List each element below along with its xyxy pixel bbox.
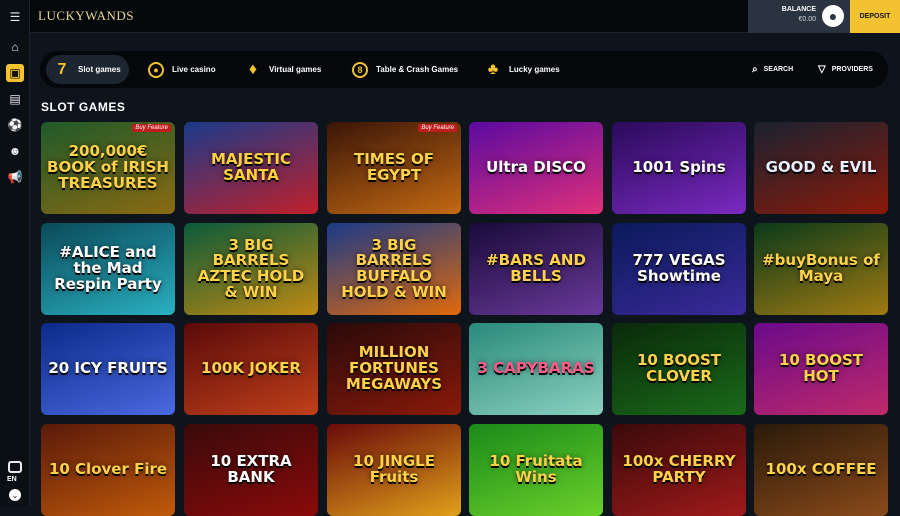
- game-tile[interactable]: Ultra DISCO: [469, 122, 603, 214]
- game-title: 100x COFFEE: [765, 460, 877, 479]
- game-tile[interactable]: #buyBonus of Maya: [754, 223, 888, 315]
- tab-live-casino[interactable]: ● Live casino: [140, 55, 224, 84]
- balance-panel[interactable]: BALANCE €0.00 ●: [748, 0, 850, 33]
- providers-button[interactable]: ▽ PROVIDERS: [818, 55, 873, 84]
- balance-value: €0.00: [798, 16, 816, 23]
- diamond-icon: ♦: [248, 60, 258, 78]
- live-dealer-icon[interactable]: ☻: [6, 142, 24, 160]
- game-title: 10 BOOST CLOVER: [636, 351, 722, 385]
- game-title: MAJESTIC SANTA: [211, 150, 291, 184]
- tab-label: Slot games: [78, 65, 121, 74]
- game-tile[interactable]: 100x COFFEE: [754, 424, 888, 516]
- game-tile[interactable]: 1001 Spins: [612, 122, 746, 214]
- seven-icon: 7: [57, 60, 67, 78]
- clover-icon: ♣: [487, 60, 499, 78]
- slots-icon[interactable]: ▣: [6, 64, 24, 82]
- game-tile[interactable]: GOOD & EVIL: [754, 122, 888, 214]
- balance-label: BALANCE: [781, 6, 816, 13]
- game-tile[interactable]: 10 JINGLE Fruits: [327, 424, 461, 516]
- game-title: TIMES OF EGYPT: [353, 150, 434, 184]
- game-title: #ALICE and the Mad Respin Party: [54, 243, 162, 293]
- game-tile[interactable]: 20 ICY FRUITS: [41, 323, 175, 415]
- chevron-down-icon[interactable]: ⌄: [9, 489, 21, 501]
- game-title: 20 ICY FRUITS: [48, 359, 168, 378]
- search-icon: ⌕: [752, 64, 758, 75]
- game-tile[interactable]: #ALICE and the Mad Respin Party: [41, 223, 175, 315]
- providers-label: PROVIDERS: [831, 66, 873, 73]
- home-icon[interactable]: ⌂: [6, 38, 24, 56]
- game-title: #buyBonus of Maya: [762, 251, 880, 285]
- game-tile[interactable]: 3 CAPYBARAS: [469, 323, 603, 415]
- top-bar: LUCKYWANDS BALANCE €0.00 ● DEPOSIT: [30, 0, 900, 33]
- tab-virtual-games[interactable]: ♦ Virtual games: [237, 55, 329, 84]
- game-title: 10 Fruitata Wins: [489, 452, 583, 486]
- cards-icon[interactable]: ▤: [6, 90, 24, 108]
- game-title: 10 EXTRA BANK: [210, 452, 292, 486]
- game-title: 200,000€ BOOK of IRISH TREASURES: [47, 142, 169, 192]
- chip-icon: ●: [148, 61, 164, 78]
- sports-icon[interactable]: ⚽: [6, 116, 24, 134]
- buy-feature-badge: Buy Feature: [418, 124, 457, 132]
- game-tile[interactable]: 10 Fruitata Wins: [469, 424, 603, 516]
- game-title: GOOD & EVIL: [765, 158, 877, 177]
- game-tile[interactable]: 100x CHERRY PARTY: [612, 424, 746, 516]
- game-tile[interactable]: 10 BOOST HOT: [754, 323, 888, 415]
- game-title: 1001 Spins: [632, 158, 726, 177]
- game-title: #BARS AND BELLS: [486, 251, 586, 285]
- game-title: MILLION FORTUNES MEGAWAYS: [345, 343, 443, 393]
- game-tile[interactable]: TIMES OF EGYPT Buy Feature: [327, 122, 461, 214]
- game-tile[interactable]: MAJESTIC SANTA: [184, 122, 318, 214]
- logo[interactable]: LUCKYWANDS: [38, 8, 134, 24]
- game-tile[interactable]: 10 BOOST CLOVER: [612, 323, 746, 415]
- tab-label: Lucky games: [509, 65, 560, 74]
- category-nav: 7 Slot games ● Live casino ♦ Virtual gam…: [40, 51, 888, 88]
- menu-icon[interactable]: ☰: [6, 8, 24, 26]
- left-sidebar: ☰ ⌂ ▣ ▤ ⚽ ☻ 📢 EN ⌄: [0, 0, 30, 506]
- tab-slot-games[interactable]: 7 Slot games: [46, 55, 129, 84]
- eight-ball-icon: 8: [352, 61, 368, 78]
- search-label: SEARCH: [763, 66, 794, 73]
- promotions-icon[interactable]: 📢: [6, 168, 24, 186]
- language-selector[interactable]: EN: [7, 476, 17, 483]
- tab-table-crash-games[interactable]: 8 Table & Crash Games: [344, 55, 466, 84]
- game-tile[interactable]: 200,000€ BOOK of IRISH TREASURES Buy Feat…: [41, 122, 175, 214]
- game-tile[interactable]: 100K JOKER: [184, 323, 318, 415]
- search-button[interactable]: ⌕ SEARCH: [752, 55, 793, 84]
- tab-label: Table & Crash Games: [376, 65, 459, 74]
- user-avatar-icon[interactable]: ●: [822, 5, 844, 27]
- game-tile[interactable]: 3 BIG BARRELS AZTEC HOLD & WIN: [184, 223, 318, 315]
- game-title: 100x CHERRY PARTY: [622, 452, 736, 486]
- game-tile[interactable]: MILLION FORTUNES MEGAWAYS: [327, 323, 461, 415]
- tab-label: Virtual games: [269, 65, 322, 74]
- buy-feature-badge: Buy Feature: [132, 124, 171, 132]
- game-tile[interactable]: 777 VEGAS Showtime: [612, 223, 746, 315]
- game-tile[interactable]: 10 EXTRA BANK: [184, 424, 318, 516]
- section-title: SLOT GAMES: [41, 100, 126, 114]
- game-tile[interactable]: 3 BIG BARRELS BUFFALO HOLD & WIN: [327, 223, 461, 315]
- game-title: 10 Clover Fire: [48, 460, 168, 479]
- lock-icon[interactable]: [8, 461, 22, 473]
- game-title: 10 BOOST HOT: [778, 351, 864, 385]
- game-tile[interactable]: 10 Clover Fire: [41, 424, 175, 516]
- game-title: 10 JINGLE Fruits: [353, 452, 435, 486]
- tab-label: Live casino: [172, 65, 216, 74]
- game-title: 3 CAPYBARAS: [477, 359, 595, 378]
- game-tile[interactable]: #BARS AND BELLS: [469, 223, 603, 315]
- game-title: 3 BIG BARRELS AZTEC HOLD & WIN: [197, 235, 305, 301]
- game-title: 3 BIG BARRELS BUFFALO HOLD & WIN: [341, 235, 447, 301]
- game-title: 777 VEGAS Showtime: [632, 251, 726, 285]
- tab-lucky-games[interactable]: ♣ Lucky games: [477, 55, 568, 84]
- game-title: Ultra DISCO: [486, 158, 586, 177]
- filter-icon: ▽: [818, 64, 826, 75]
- game-title: 100K JOKER: [201, 359, 301, 378]
- deposit-button[interactable]: DEPOSIT: [850, 0, 900, 33]
